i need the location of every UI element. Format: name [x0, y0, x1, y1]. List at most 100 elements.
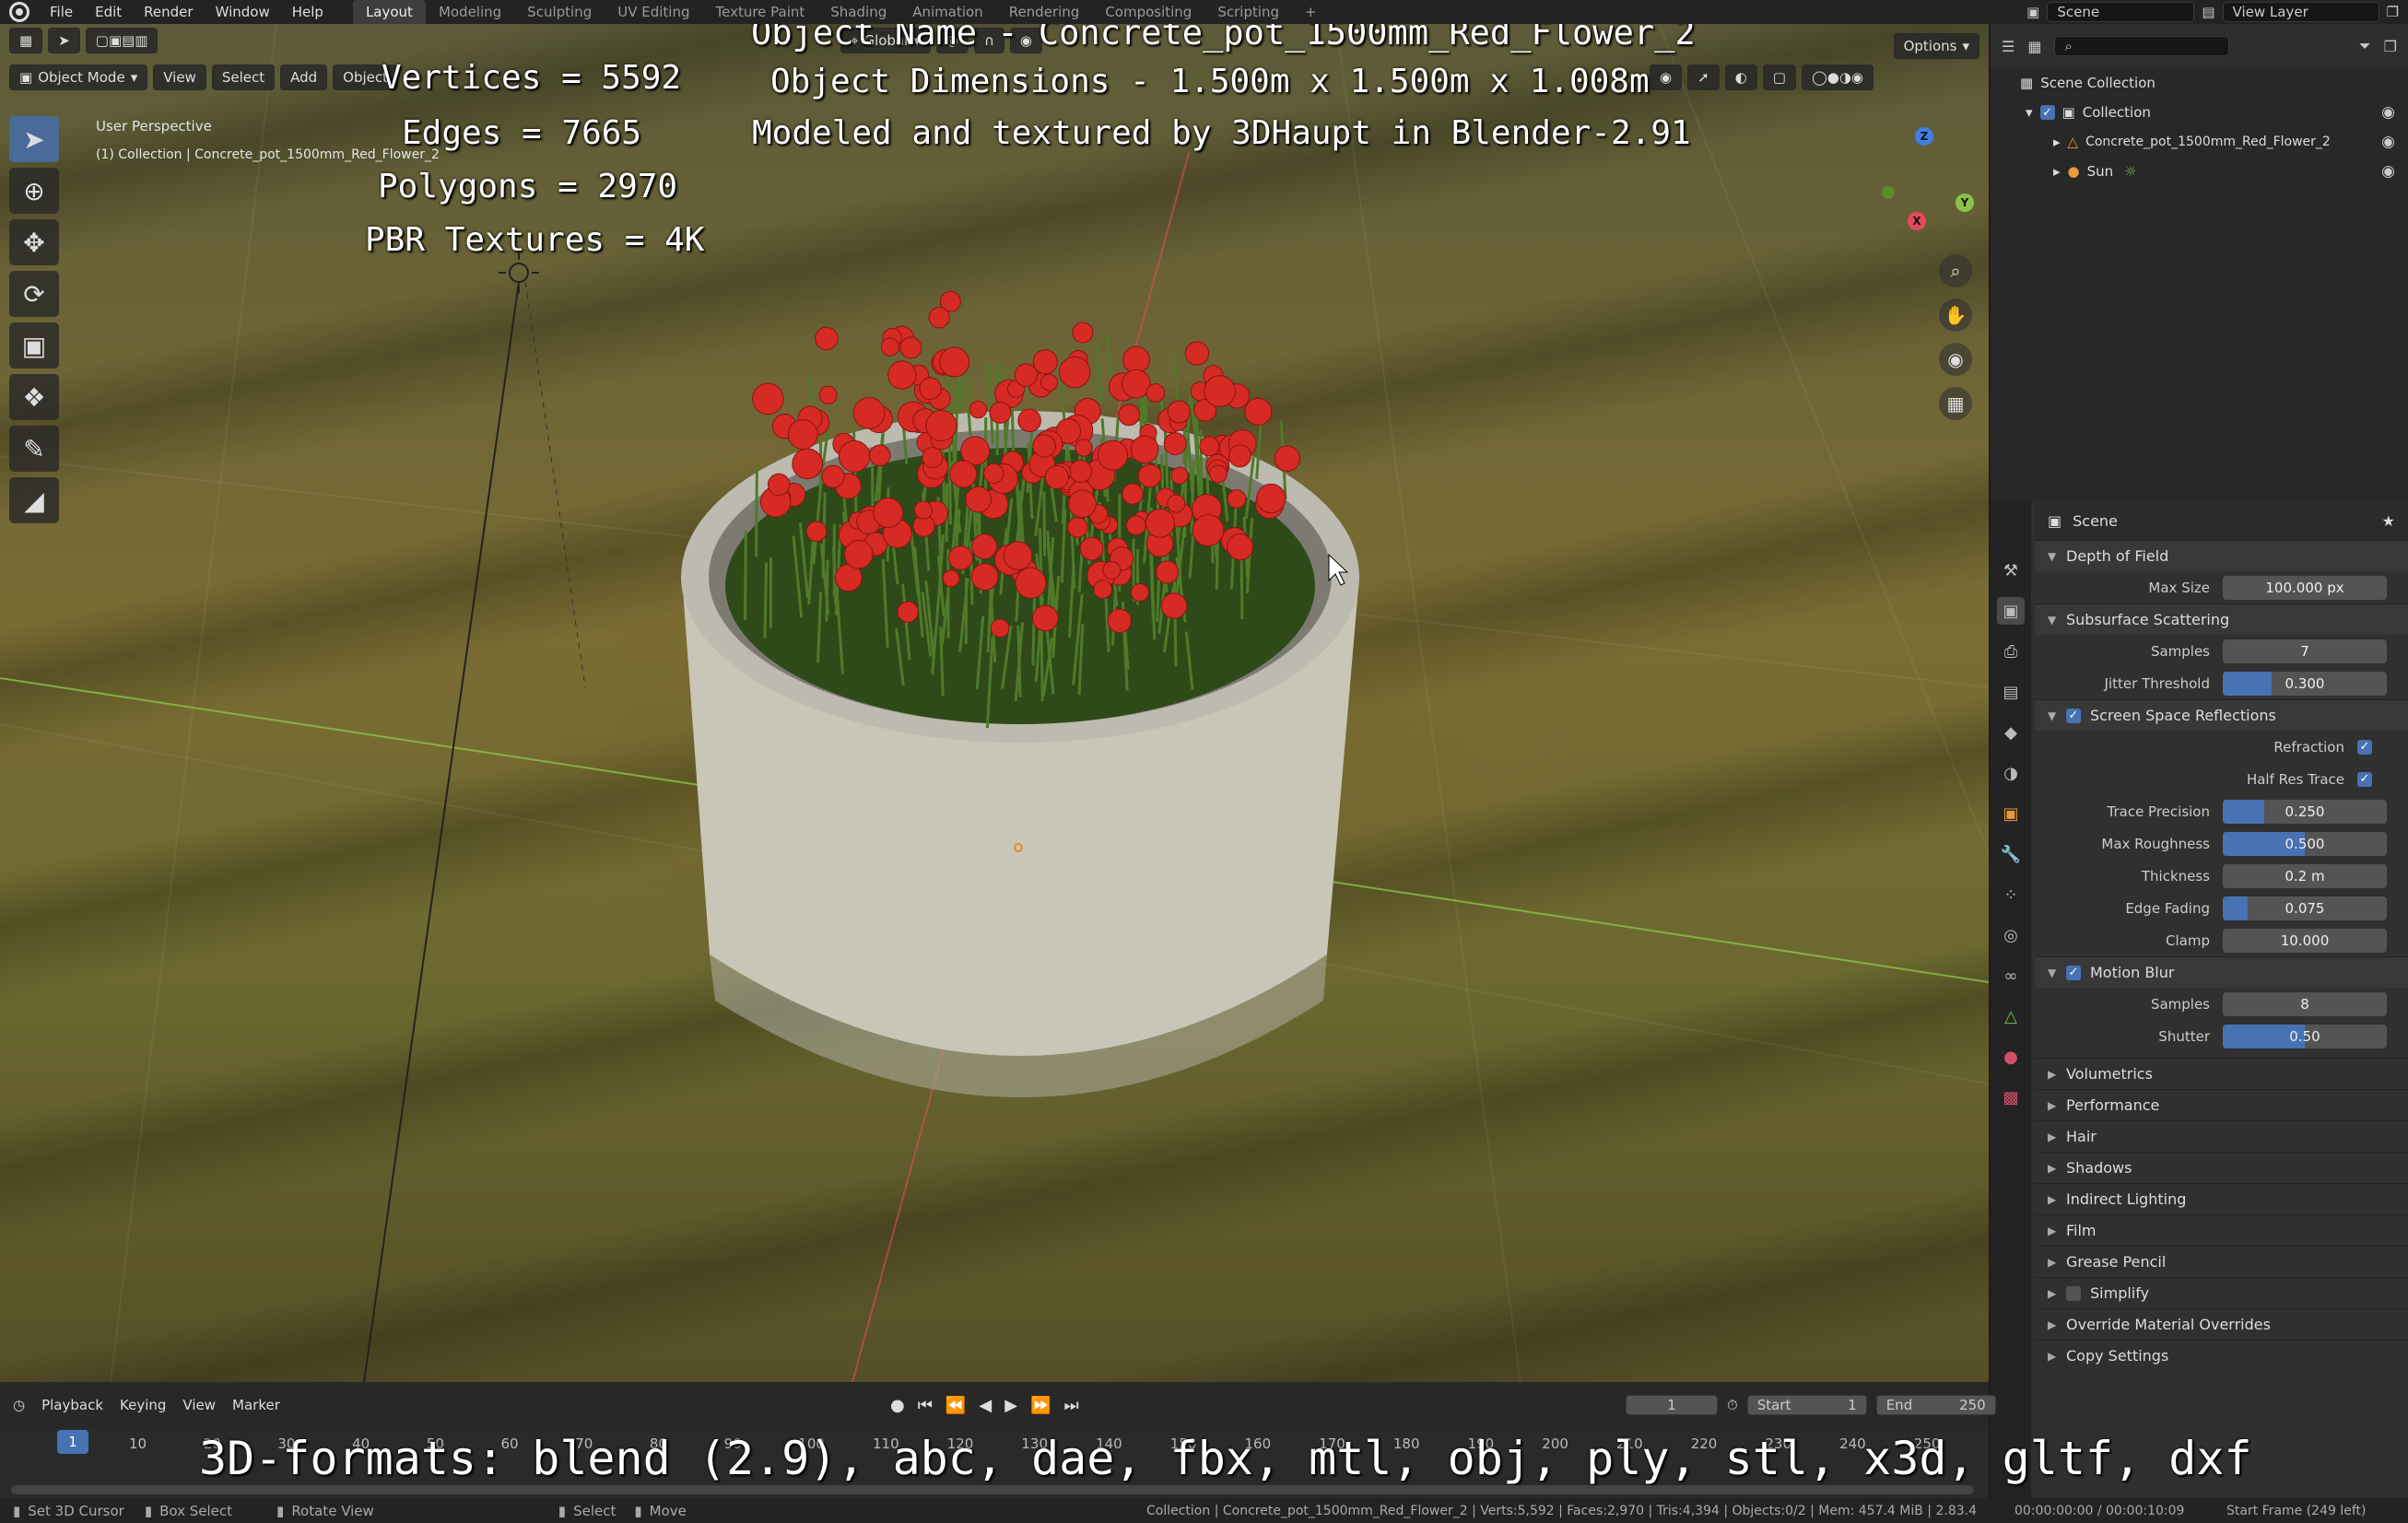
section-indirect-lighting[interactable]: ▶ Indirect Lighting — [2035, 1183, 2408, 1214]
tab-world[interactable]: ◑ — [1997, 759, 2025, 787]
section-grease-pencil[interactable]: ▶ Grease Pencil — [2035, 1246, 2408, 1277]
tab-view-layer[interactable]: ▤ — [1997, 678, 2025, 706]
xray-toggle[interactable]: ▢ — [1762, 64, 1796, 90]
section-performance[interactable]: ▶ Performance — [2035, 1089, 2408, 1120]
scene-selector[interactable]: Scene — [2047, 2, 2195, 22]
visibility-dropdown[interactable]: ◉ — [1650, 64, 1683, 90]
section-material-overrides[interactable]: ▶ Override Material Overrides — [2035, 1308, 2408, 1340]
gizmo-toggle[interactable]: ➚ — [1687, 64, 1720, 90]
navigation-gizmo[interactable]: Z Y X — [1876, 127, 1978, 247]
refraction-checkbox[interactable]: ✓ — [2357, 739, 2372, 755]
expand-arrow-icon[interactable]: ▸ — [2053, 163, 2061, 180]
select-box-tool[interactable]: ➤ — [9, 116, 59, 162]
shading-mode-buttons[interactable]: ◯●◑◉ — [1801, 64, 1874, 90]
pan-button[interactable]: ✋ — [1939, 299, 1972, 332]
eye-icon[interactable]: ◉ — [2381, 103, 2395, 122]
current-frame-indicator[interactable]: 1 — [57, 1430, 88, 1454]
editor-type-button[interactable]: ▦ — [9, 28, 43, 53]
section-depth-of-field[interactable]: ▼ Depth of Field — [2035, 540, 2408, 571]
clamp-field[interactable]: 10.000 — [2223, 928, 2387, 953]
zoom-button[interactable]: ⌕ — [1939, 254, 1972, 287]
tab-uv-editing[interactable]: UV Editing — [605, 0, 702, 24]
jump-end-icon[interactable]: ⏭ — [1063, 1396, 1078, 1415]
move-tool[interactable]: ✥ — [9, 219, 59, 265]
overlay-toggle[interactable]: ◐ — [1724, 64, 1757, 90]
tab-output[interactable]: ⎙ — [1997, 638, 2025, 665]
menu-window[interactable]: Window — [205, 4, 281, 20]
thickness-field[interactable]: 0.2 m — [2223, 863, 2387, 888]
tab-texture[interactable]: ▩ — [1997, 1084, 2025, 1111]
menu-help[interactable]: Help — [281, 4, 335, 20]
section-shadows[interactable]: ▶ Shadows — [2035, 1152, 2408, 1183]
jitter-slider[interactable]: 0.300 — [2223, 671, 2387, 696]
jump-start-icon[interactable]: ⏮ — [918, 1396, 933, 1415]
tab-scene[interactable]: ◆ — [1997, 719, 2025, 746]
menu-view[interactable]: View — [182, 1397, 216, 1413]
tab-object[interactable]: ▣ — [1997, 800, 2025, 827]
display-mode-icon[interactable]: ▦ — [2027, 38, 2041, 55]
section-film[interactable]: ▶ Film — [2035, 1214, 2408, 1246]
tab-texture-paint[interactable]: Texture Paint — [702, 0, 817, 24]
outliner-search-input[interactable]: ⌕ — [2054, 36, 2230, 56]
measure-tool[interactable]: ◢ — [9, 477, 59, 523]
end-frame-field[interactable]: End 250 — [1875, 1395, 1996, 1415]
collection-checkbox[interactable]: ✓ — [2039, 105, 2055, 120]
menu-marker[interactable]: Marker — [232, 1397, 280, 1413]
start-frame-field[interactable]: Start 1 — [1746, 1395, 1867, 1415]
section-screen-space-reflections[interactable]: ▼ ✓ Screen Space Reflections — [2035, 699, 2408, 731]
neg-y-axis-dot[interactable] — [1882, 186, 1895, 199]
3d-viewport[interactable]: ▦ ➤ ▢▣▤▥ ⌖ Global ▾ ◎ ∩ ◉ Options ▾ ▣ Object… — [0, 24, 1989, 1382]
tree-object-sun[interactable]: ▸ ● Sun ☼ ◉ — [1991, 157, 2408, 186]
tree-object-pot[interactable]: ▸ △ Concrete_pot_1500mm_Red_Flower_2 ◉ — [1991, 127, 2408, 157]
expand-arrow-icon[interactable]: ▸ — [2053, 134, 2061, 150]
simplify-checkbox[interactable] — [2066, 1285, 2081, 1301]
new-collection-icon[interactable]: ❐ — [2384, 38, 2397, 55]
ortho-toggle-button[interactable]: ▦ — [1939, 387, 1972, 420]
tab-material[interactable]: ● — [1997, 1043, 2025, 1071]
tab-render[interactable]: ▣ — [1997, 597, 2025, 625]
menu-file[interactable]: File — [39, 4, 84, 20]
blender-logo-icon[interactable] — [9, 2, 29, 22]
sss-samples-field[interactable]: 7 — [2223, 638, 2387, 663]
timeline-editor-icon[interactable]: ◷ — [13, 1397, 25, 1413]
section-hair[interactable]: ▶ Hair — [2035, 1120, 2408, 1152]
tab-sculpting[interactable]: Sculpting — [514, 0, 605, 24]
rotate-tool[interactable]: ⟳ — [9, 271, 59, 317]
next-keyframe-icon[interactable]: ⏩ — [1030, 1396, 1051, 1415]
select-tool-button[interactable]: ➤ — [48, 28, 80, 53]
tab-scripting[interactable]: Scripting — [1204, 0, 1292, 24]
half-res-checkbox[interactable]: ✓ — [2357, 771, 2372, 787]
options-dropdown[interactable]: Options ▾ — [1893, 33, 1979, 59]
tree-collection[interactable]: ▾ ✓ ▣ Collection ◉ — [1991, 98, 2408, 127]
section-volumetrics[interactable]: ▶ Volumetrics — [2035, 1058, 2408, 1089]
x-axis-dot[interactable]: X — [1908, 212, 1926, 230]
tab-particles[interactable]: ⁘ — [1997, 881, 2025, 908]
object-mode-dropdown[interactable]: ▣ Object Mode ▾ — [9, 64, 148, 90]
new-view-layer-icon[interactable]: ❐ — [2387, 4, 2399, 20]
tab-layout[interactable]: Layout — [352, 0, 426, 24]
record-icon[interactable]: ● — [890, 1396, 905, 1415]
menu-keying[interactable]: Keying — [120, 1397, 166, 1413]
tab-shading[interactable]: Shading — [817, 0, 899, 24]
timeline-scrollbar[interactable] — [11, 1485, 1974, 1494]
filter-icon[interactable]: ⏷ — [2359, 37, 2371, 55]
play-reverse-icon[interactable]: ◀ — [979, 1396, 992, 1415]
view-layer-selector[interactable]: View Layer — [2222, 2, 2379, 22]
menu-playback[interactable]: Playback — [41, 1397, 103, 1413]
prev-keyframe-icon[interactable]: ⏪ — [946, 1396, 966, 1415]
tab-rendering[interactable]: Rendering — [996, 0, 1093, 24]
edge-fading-slider[interactable]: 0.075 — [2223, 896, 2387, 920]
cursor-tool[interactable]: ⊕ — [9, 168, 59, 214]
trace-precision-slider[interactable]: 0.250 — [2223, 799, 2387, 824]
transform-tool[interactable]: ❖ — [9, 374, 59, 420]
scale-tool[interactable]: ▣ — [9, 322, 59, 369]
selection-mode-buttons[interactable]: ▢▣▤▥ — [85, 28, 159, 53]
eye-icon[interactable]: ◉ — [2381, 133, 2395, 151]
tree-scene-collection[interactable]: ▦ Scene Collection — [1991, 68, 2408, 98]
stopwatch-icon[interactable]: ⏱ — [1727, 1397, 1738, 1413]
expand-arrow-icon[interactable]: ▾ — [2026, 104, 2033, 121]
max-roughness-slider[interactable]: 0.500 — [2223, 831, 2387, 856]
camera-view-button[interactable]: ◉ — [1939, 343, 1972, 376]
menu-view[interactable]: View — [153, 64, 206, 90]
menu-select[interactable]: Select — [211, 64, 276, 90]
